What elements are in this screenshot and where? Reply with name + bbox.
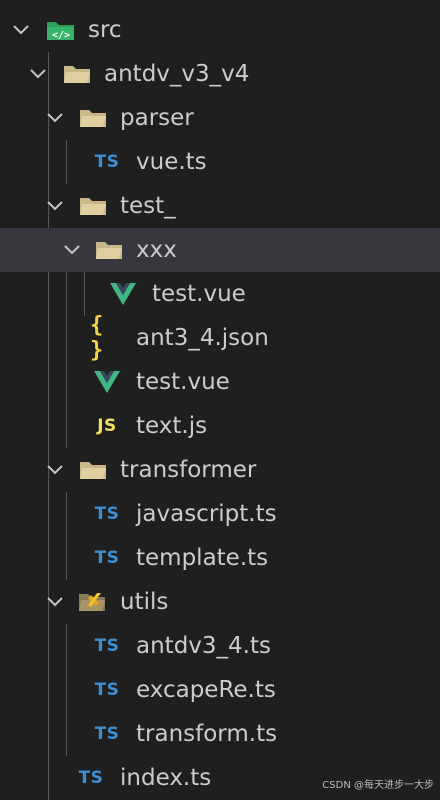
chevron-down-icon[interactable]	[44, 459, 66, 481]
tree-item-label: test_	[120, 193, 176, 219]
tree-item-label: index.ts	[120, 765, 212, 791]
typescript-file-icon: TS	[94, 504, 120, 524]
tree-item-label: vue.ts	[136, 149, 207, 175]
watermark: CSDN @每天进步一大步	[322, 780, 434, 791]
folder-src-icon: </>	[44, 15, 78, 45]
folder-utils-icon	[76, 587, 110, 617]
tree-row-parser[interactable]: parser	[0, 96, 440, 140]
tree-item-label: test.vue	[136, 369, 230, 395]
chevron-down-icon[interactable]	[44, 195, 66, 217]
folder-open-icon	[92, 235, 126, 265]
svg-text:</>: </>	[52, 30, 70, 41]
tree-item-label: javascript.ts	[136, 501, 277, 527]
tree-row-src[interactable]: </> src	[0, 8, 440, 52]
typescript-file-icon: TS	[94, 680, 120, 700]
tree-row-transformer[interactable]: transformer	[0, 448, 440, 492]
tree-item-label: utils	[120, 589, 169, 615]
tree-item-label: template.ts	[136, 545, 269, 571]
chevron-down-icon[interactable]	[27, 63, 49, 85]
tree-item-label: test.vue	[152, 281, 246, 307]
tree-row-ant3-4-json[interactable]: { } ant3_4.json	[0, 313, 440, 363]
file-explorer-tree: </> src antdv_v3_v4 parser TS vue.ts tes…	[0, 8, 440, 800]
folder-open-icon	[76, 103, 110, 133]
tree-row-template-ts[interactable]: TS template.ts	[0, 536, 440, 580]
tree-row-test-vue-nested[interactable]: test.vue	[0, 272, 440, 316]
tree-row-antdv-v3-v4[interactable]: antdv_v3_v4	[0, 52, 440, 96]
typescript-file-icon: TS	[78, 768, 104, 788]
tree-item-label: transformer	[120, 457, 257, 483]
tree-item-label: ant3_4.json	[136, 325, 269, 351]
vue-file-icon	[90, 367, 124, 397]
typescript-file-icon: TS	[94, 724, 120, 744]
chevron-down-icon[interactable]	[10, 19, 32, 41]
vue-file-icon	[106, 279, 140, 309]
tree-item-label: xxx	[136, 237, 177, 263]
tree-item-label: src	[88, 17, 122, 43]
javascript-file-icon: JS	[97, 416, 117, 436]
typescript-file-icon: TS	[94, 636, 120, 656]
typescript-file-icon: TS	[94, 548, 120, 568]
folder-open-icon	[76, 191, 110, 221]
tree-row-javascript-ts[interactable]: TS javascript.ts	[0, 492, 440, 536]
tree-row-test-folder[interactable]: test_	[0, 184, 440, 228]
chevron-down-icon[interactable]	[61, 239, 83, 261]
tree-item-label: excapeRe.ts	[136, 677, 276, 703]
typescript-file-icon: TS	[94, 152, 120, 172]
tree-row-xxx[interactable]: xxx	[0, 228, 440, 272]
tree-item-label: antdv3_4.ts	[136, 633, 271, 659]
tree-row-excapere-ts[interactable]: TS excapeRe.ts	[0, 668, 440, 712]
tree-row-transform-ts[interactable]: TS transform.ts	[0, 712, 440, 756]
chevron-down-icon[interactable]	[44, 107, 66, 129]
tree-item-label: parser	[120, 105, 194, 131]
tree-row-antdv3-4-ts[interactable]: TS antdv3_4.ts	[0, 624, 440, 668]
folder-open-icon	[76, 455, 110, 485]
tree-item-label: transform.ts	[136, 721, 278, 747]
tree-item-label: antdv_v3_v4	[104, 61, 250, 87]
tree-item-label: text.js	[136, 413, 208, 439]
json-file-icon: { }	[90, 313, 105, 363]
tree-row-vue-ts[interactable]: TS vue.ts	[0, 140, 440, 184]
tree-row-utils[interactable]: utils	[0, 580, 440, 624]
folder-open-icon	[60, 59, 94, 89]
tree-row-text-js[interactable]: JS text.js	[0, 404, 440, 448]
tree-row-test-vue[interactable]: test.vue	[0, 360, 440, 404]
chevron-down-icon[interactable]	[44, 591, 66, 613]
